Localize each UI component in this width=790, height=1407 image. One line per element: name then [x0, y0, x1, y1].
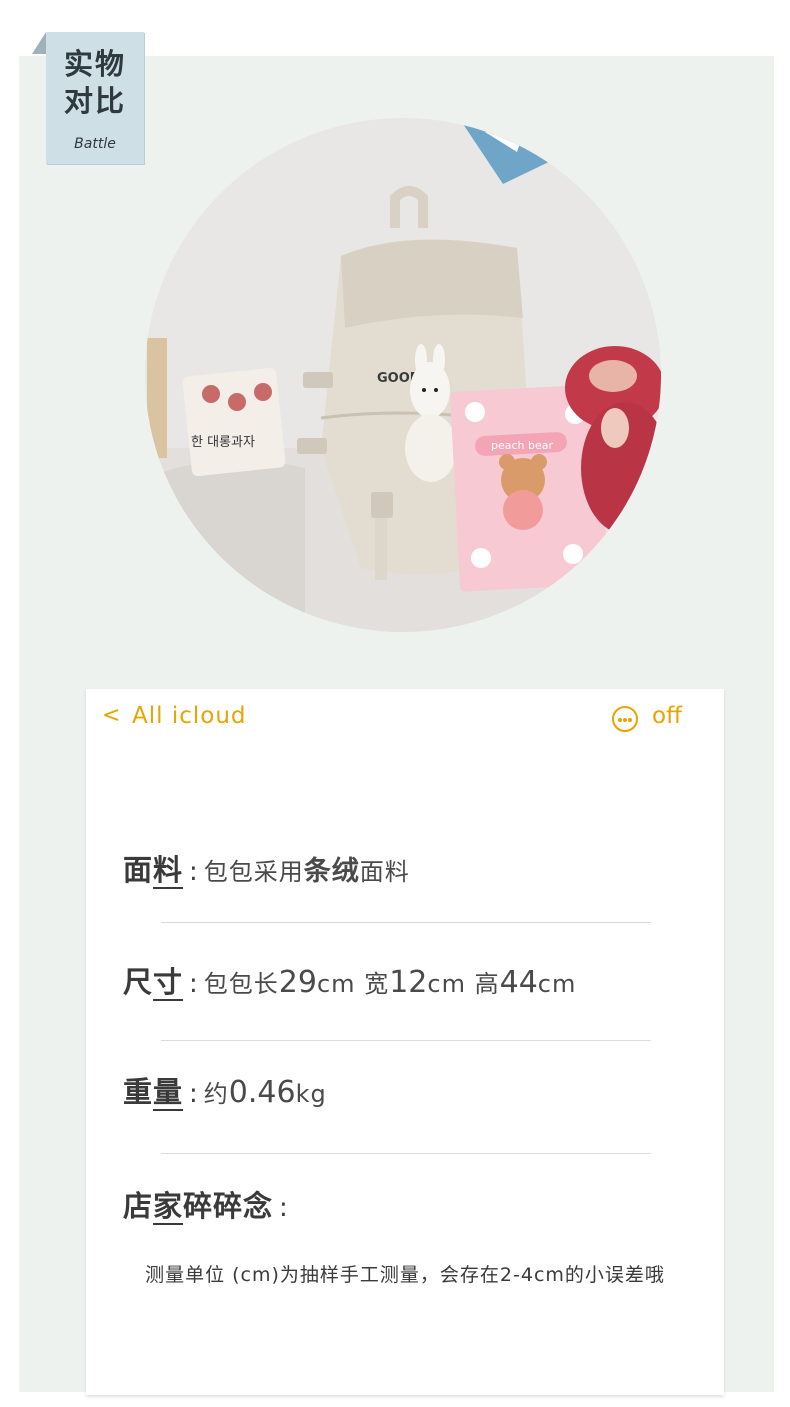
tag-fold [32, 32, 46, 54]
divider [161, 1040, 651, 1041]
section-tag: 实物 对比 Battle [46, 32, 144, 164]
measurement-note: 测量单位 (cm)为抽样手工测量，会存在2-4cm的小误差哦 [145, 1264, 665, 1286]
tag-subtitle: Battle [74, 136, 116, 152]
snack-label: 한 대롱과자 [191, 435, 255, 450]
spec-shop-notes: 店家碎碎念: [123, 1189, 288, 1223]
off-button[interactable]: off [652, 703, 682, 729]
spec-weight: 重量: 约0.46kg [123, 1075, 327, 1110]
spec-key: 尺寸 [123, 965, 184, 999]
info-card: < All icloud off 面料: 包包采用条绒面料 尺寸: 包包长29cm … [86, 689, 724, 1395]
spec-material: 面料: 包包采用条绒面料 [123, 853, 410, 887]
product-photo: 한 대롱과자 GOOD LI peach bear [145, 118, 661, 632]
back-button[interactable]: All icloud [132, 703, 247, 729]
spec-key: 面料 [123, 853, 184, 887]
spec-value: 约0.46kg [203, 1075, 327, 1110]
product-photo-illustration: 한 대롱과자 GOOD LI peach bear [145, 118, 661, 632]
spec-key: 重量 [123, 1075, 184, 1109]
spec-size: 尺寸: 包包长29cm 宽12cm 高44cm [123, 965, 577, 1000]
spec-value: 包包长29cm 宽12cm 高44cm [203, 965, 577, 1000]
spec-key: 店家碎碎念 [123, 1189, 274, 1223]
divider [161, 1153, 651, 1154]
more-options-icon[interactable] [612, 706, 638, 732]
divider [161, 922, 651, 923]
top-bar: < All icloud off [86, 689, 724, 745]
spec-value: 包包采用条绒面料 [203, 856, 410, 887]
chevron-left-icon[interactable]: < [102, 703, 120, 728]
notebook-label: peach bear [491, 439, 553, 452]
tag-title: 实物 对比 [63, 47, 126, 118]
